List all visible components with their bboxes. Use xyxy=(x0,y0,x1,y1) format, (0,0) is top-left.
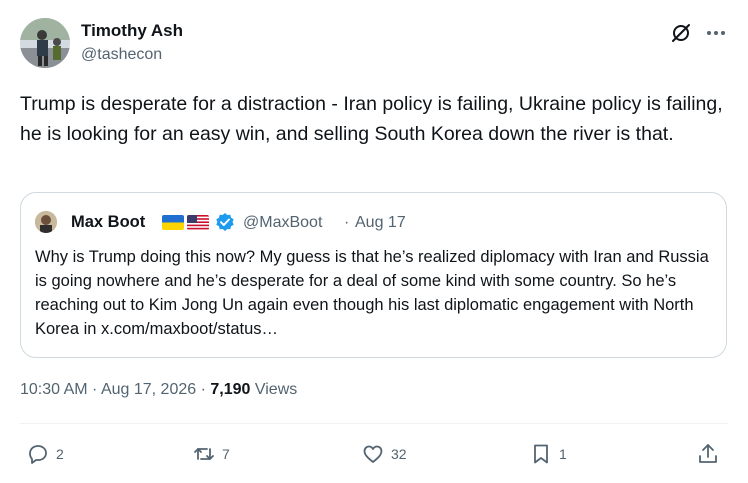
share-icon xyxy=(699,444,717,463)
tweet-text: Trump is desperate for a distraction - I… xyxy=(20,93,723,145)
more-icon[interactable] xyxy=(704,22,728,44)
like-button[interactable]: 32 xyxy=(361,440,407,468)
tweet-time[interactable]: 10:30 AM xyxy=(20,381,88,398)
quote-separator: · xyxy=(344,214,350,231)
like-icon xyxy=(363,445,383,463)
share-button[interactable] xyxy=(696,440,720,468)
divider xyxy=(20,423,728,424)
grok-icon[interactable] xyxy=(670,22,692,44)
like-count: 32 xyxy=(391,446,407,462)
reply-button[interactable]: 2 xyxy=(26,440,64,468)
quote-author-name[interactable]: Max Boot xyxy=(71,213,145,232)
author-handle[interactable]: @tashecon xyxy=(81,46,162,64)
quote-date[interactable]: Aug 17 xyxy=(355,214,406,232)
tweet-date[interactable]: Aug 17, 2026 xyxy=(101,381,196,398)
verified-icon xyxy=(215,212,235,232)
quote-avatar[interactable] xyxy=(35,211,57,233)
tweet-meta: 10:30 AM · Aug 17, 2026 · 7,190 Views xyxy=(20,381,297,399)
quoted-tweet[interactable]: Max Boot @MaxBoot · Aug 17 Why is Trump … xyxy=(20,192,727,358)
reply-count: 2 xyxy=(56,446,64,462)
meta-separator: · xyxy=(87,381,101,398)
meta-separator: · xyxy=(196,381,211,398)
quote-author-handle[interactable]: @MaxBoot xyxy=(243,214,322,232)
ukraine-flag-icon xyxy=(162,215,184,230)
us-flag-icon xyxy=(187,215,209,230)
bookmark-icon xyxy=(534,444,548,464)
reply-icon xyxy=(29,445,47,464)
quote-text: Why is Trump doing this now? My guess is… xyxy=(35,248,709,338)
bookmark-button[interactable]: 1 xyxy=(529,440,567,468)
views-count: 7,190 xyxy=(210,381,251,398)
author-avatar[interactable] xyxy=(20,18,70,68)
repost-button[interactable]: 7 xyxy=(192,440,230,468)
views-label: Views xyxy=(250,381,298,398)
author-name[interactable]: Timothy Ash xyxy=(81,21,183,41)
repost-count: 7 xyxy=(222,446,230,462)
retweet-icon xyxy=(194,448,214,460)
bookmark-count: 1 xyxy=(559,446,567,462)
